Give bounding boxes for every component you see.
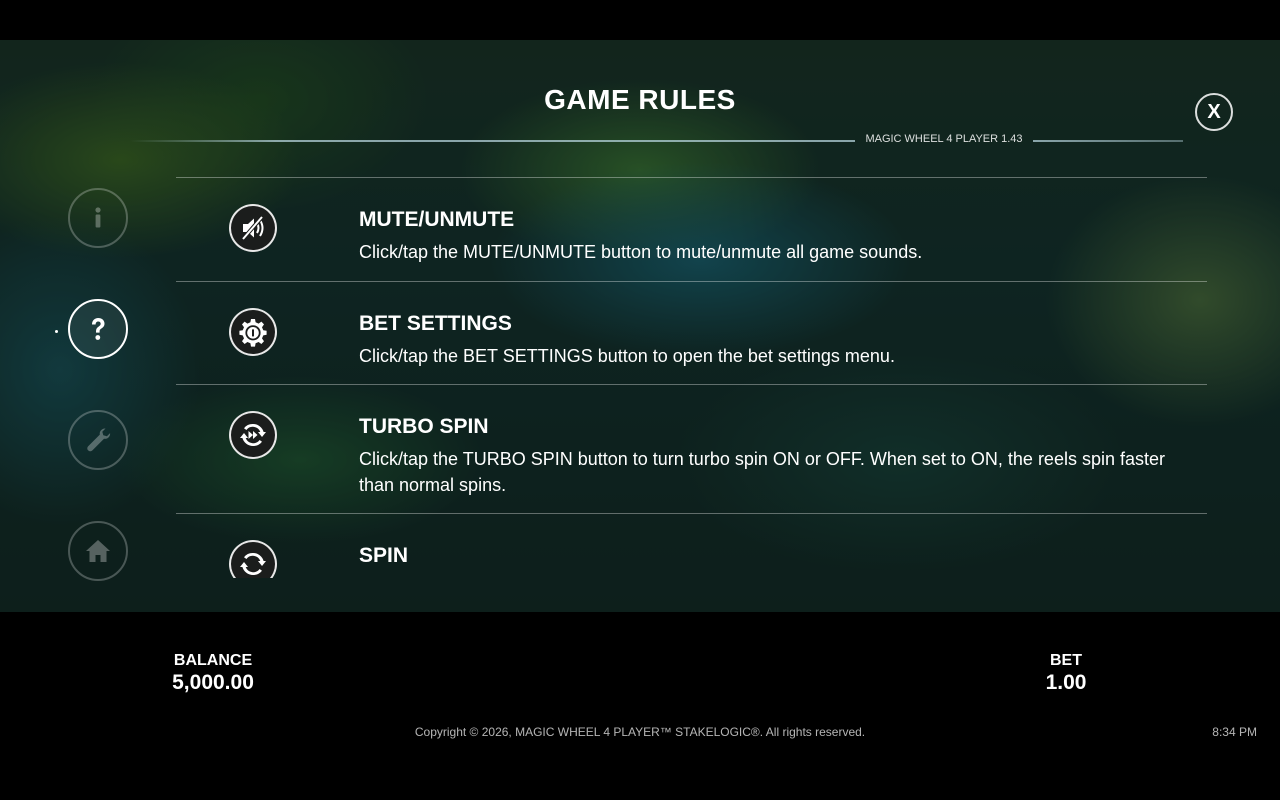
rule-item-spin: SPIN — [176, 513, 1207, 578]
copyright-text: Copyright © 2026, MAGIC WHEEL 4 PLAYER™ … — [414, 725, 866, 739]
balance-display: BALANCE 5,000.00 — [153, 652, 273, 695]
nav-help-button[interactable] — [55, 299, 128, 359]
top-bar — [0, 0, 1280, 40]
clock: 8:34 PM — [1212, 725, 1257, 739]
bet-display: BET 1.00 — [1026, 652, 1106, 695]
mute-icon — [229, 204, 277, 252]
nav-home-button[interactable] — [68, 521, 128, 581]
rule-item-turbo-spin: TURBO SPIN Click/tap the TURBO SPIN butt… — [176, 384, 1207, 513]
rule-title: BET SETTINGS — [359, 312, 512, 335]
rule-description: Click/tap the MUTE/UNMUTE button to mute… — [359, 242, 923, 262]
rule-title: SPIN — [359, 544, 409, 567]
home-icon — [86, 540, 110, 562]
version-label: MAGIC WHEEL 4 PLAYER 1.43 — [865, 133, 1023, 145]
rule-description: Click/tap the TURBO SPIN button to turn … — [359, 449, 1165, 495]
nav-info-button[interactable] — [68, 188, 128, 248]
turbo-spin-icon — [229, 411, 277, 459]
bet-label: BET — [1050, 652, 1082, 669]
question-icon — [92, 318, 105, 340]
rule-title: TURBO SPIN — [359, 415, 489, 438]
wrench-icon — [87, 428, 111, 452]
rule-item-mute: MUTE/UNMUTE Click/tap the MUTE/UNMUTE bu… — [176, 177, 1207, 281]
balance-label: BALANCE — [173, 652, 253, 669]
header-divider-left — [130, 140, 855, 142]
bet-settings-icon — [229, 308, 277, 356]
rule-title: MUTE/UNMUTE — [359, 208, 515, 231]
bottom-panel — [0, 612, 1280, 800]
active-indicator — [55, 330, 58, 333]
rule-description: Click/tap the BET SETTINGS button to ope… — [359, 346, 895, 366]
close-button[interactable]: X — [1195, 93, 1233, 131]
nav-settings-button[interactable] — [68, 410, 128, 470]
page-title: GAME RULES — [544, 84, 736, 115]
header-divider-right — [1033, 140, 1183, 142]
info-icon — [95, 207, 101, 228]
spin-icon — [229, 540, 277, 578]
balance-value: 5,000.00 — [172, 671, 254, 694]
rule-item-bet-settings: BET SETTINGS Click/tap the BET SETTINGS … — [176, 281, 1207, 384]
rules-list[interactable]: MUTE/UNMUTE Click/tap the MUTE/UNMUTE bu… — [176, 177, 1207, 578]
bet-value: 1.00 — [1045, 671, 1087, 694]
